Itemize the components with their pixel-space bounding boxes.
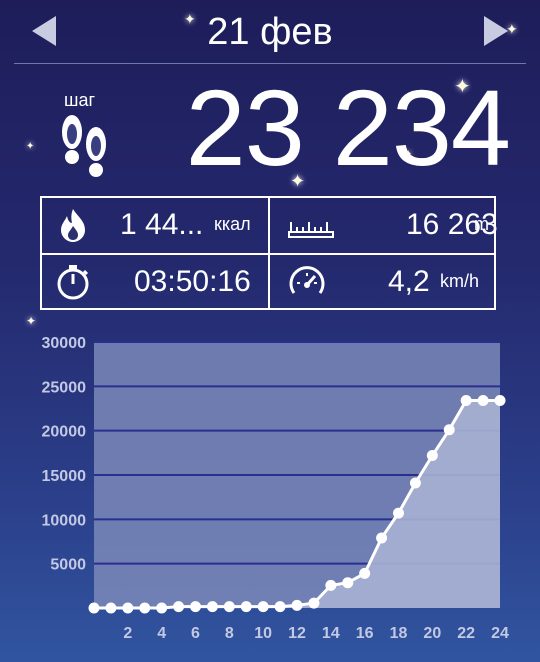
data-point: [342, 577, 354, 589]
speedometer-icon: [288, 263, 326, 301]
calories-unit: ккал: [214, 214, 251, 234]
data-point: [206, 601, 218, 613]
x-tick-label: 22: [457, 625, 475, 642]
x-tick-label: 6: [191, 625, 200, 642]
header-divider: [14, 63, 526, 64]
distance-stat: 16 263 m: [270, 198, 498, 253]
data-point: [359, 567, 371, 579]
data-point: [477, 395, 489, 407]
data-point: [173, 601, 185, 613]
data-point: [291, 599, 303, 611]
y-tick-label: 25000: [42, 379, 87, 396]
data-point: [105, 602, 117, 614]
data-point: [426, 449, 438, 461]
star-decoration: ✦: [506, 21, 518, 37]
data-point: [88, 602, 100, 614]
footprints-icon: [58, 110, 110, 180]
y-tick-label: 5000: [50, 557, 86, 574]
ruler-icon: [288, 206, 334, 244]
data-point: [376, 532, 388, 544]
header: 21 фев: [0, 0, 540, 64]
data-point: [494, 395, 506, 407]
x-tick-label: 2: [123, 625, 132, 642]
y-tick-label: 30000: [42, 335, 87, 352]
x-tick-label: 4: [157, 625, 166, 642]
data-point: [190, 601, 201, 613]
y-tick-label: 10000: [42, 512, 87, 529]
data-point: [240, 601, 252, 613]
x-tick-label: 16: [356, 625, 374, 642]
y-tick-label: 20000: [42, 424, 87, 441]
speed-stat: 4,2 km/h: [270, 255, 496, 310]
steps-chart-svg: 500010000150002000025000300002 4 6 8 10 12 14 1…: [42, 335, 510, 642]
calories-value: 1 44...: [120, 208, 204, 241]
star-decoration: ✦: [184, 11, 196, 27]
x-tick-label: 8: [225, 625, 234, 642]
data-point: [139, 602, 151, 614]
stats-grid: 1 44... ккал 16 263 m 03:50:16 4,2 km/h: [40, 196, 498, 310]
star-decoration: ✦: [454, 76, 471, 98]
steps-label: шаг: [64, 90, 96, 110]
x-tick-label: 12: [288, 625, 306, 642]
data-point: [393, 507, 404, 519]
data-point: [409, 477, 421, 489]
star-decoration: ✦: [404, 149, 413, 160]
calories-stat: 1 44... ккал: [42, 198, 268, 253]
data-point: [308, 597, 320, 609]
stopwatch-icon: [54, 263, 92, 301]
date-title: 21 фев: [207, 11, 333, 53]
distance-unit: m: [474, 214, 489, 234]
data-point: [257, 601, 269, 613]
x-tick-label: 10: [254, 625, 272, 642]
speed-value: 4,2: [388, 265, 430, 298]
data-point: [325, 579, 337, 591]
x-tick-label: 18: [390, 625, 408, 642]
x-tick-label: 14: [322, 625, 340, 642]
x-tick-label: 20: [423, 625, 441, 642]
data-point: [156, 602, 168, 614]
data-point: [122, 602, 134, 614]
data-point: [274, 601, 286, 613]
data-point: [443, 424, 455, 436]
y-tick-label: 15000: [42, 468, 87, 485]
duration-value: 03:50:16: [134, 265, 251, 298]
x-tick-label: 24: [491, 625, 509, 642]
data-point: [460, 395, 472, 407]
data-point: [223, 601, 235, 613]
speed-unit: km/h: [440, 271, 480, 291]
steps-chart: 5000 10000 15000 20000 25000 30000 2 4 6 8 10 12 14 1…: [0, 330, 540, 662]
duration-stat: 03:50:16: [42, 255, 268, 310]
flame-icon: [54, 206, 92, 244]
star-decoration: ✦: [290, 171, 306, 191]
star-decoration: ✦: [26, 314, 37, 328]
star-decoration: ✦: [26, 141, 35, 152]
